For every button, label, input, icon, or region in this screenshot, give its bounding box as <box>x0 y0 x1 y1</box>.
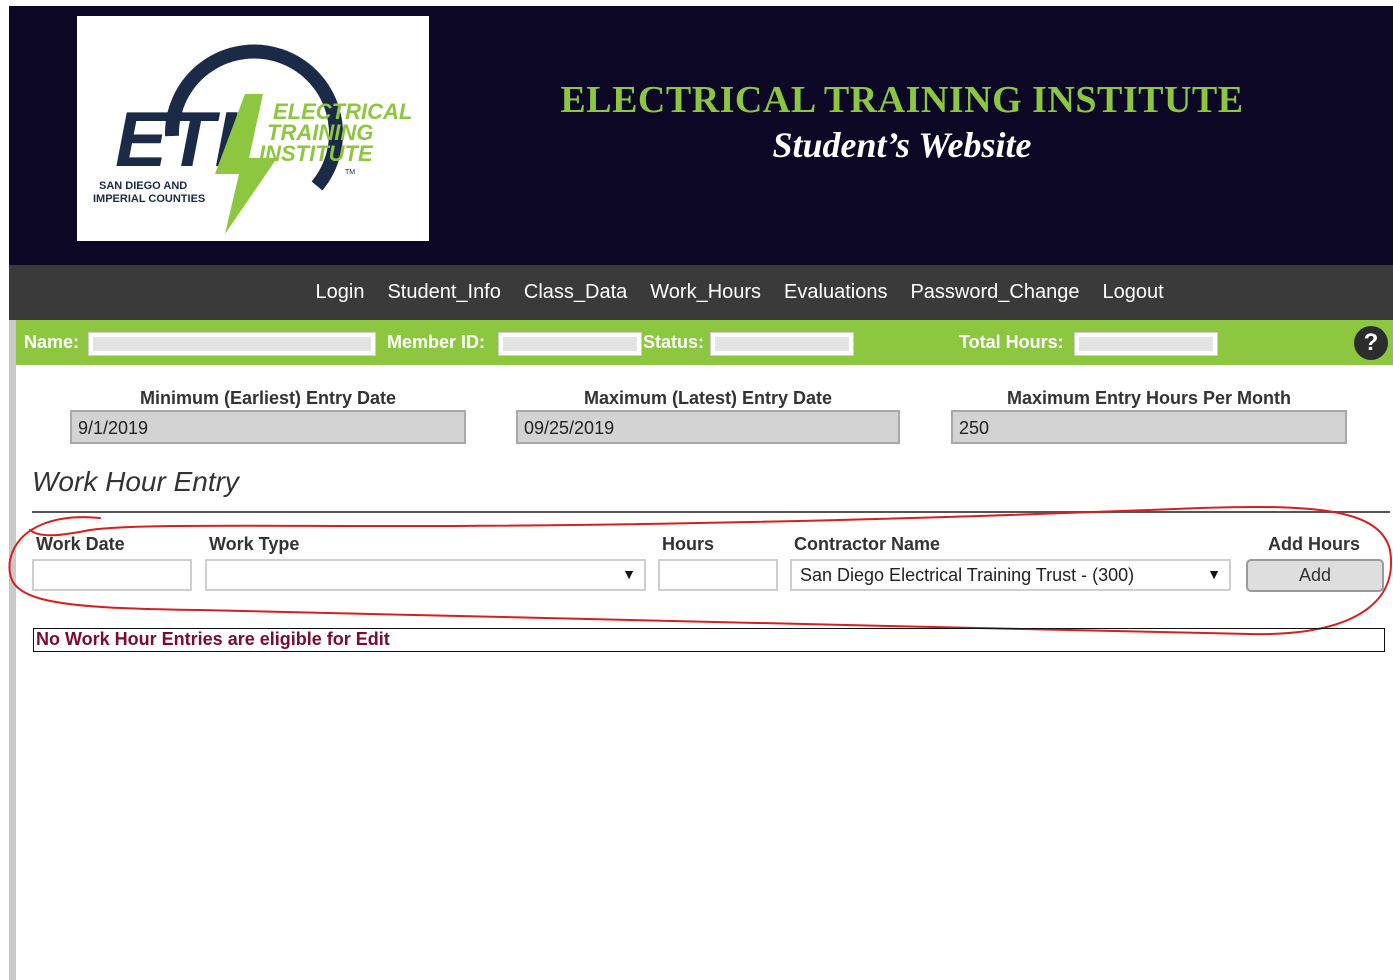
main-nav: Login Student_Info Class_Data Work_Hours… <box>9 265 1393 320</box>
site-subtitle: Student’s Website <box>772 125 1032 165</box>
nav-student-info[interactable]: Student_Info <box>376 281 512 304</box>
max-hours-label: Maximum Entry Hours Per Month <box>1006 388 1292 408</box>
status-label: Status: <box>643 332 705 352</box>
logo-region-1: SAN DIEGO AND <box>99 180 187 192</box>
no-entries-message: No Work Hour Entries are eligible for Ed… <box>33 628 1385 652</box>
member-id-label: Member ID: <box>387 332 486 352</box>
nav-evaluations[interactable]: Evaluations <box>773 281 899 304</box>
site-title: ELECTRICAL TRAINING INSTITUTE <box>560 79 1244 121</box>
logo-line-3: INSTITUTE <box>259 141 374 166</box>
name-value-redacted <box>88 332 376 356</box>
eti-logo[interactable]: ETI ELECTRICAL TRAINING INSTITUTE TM SAN… <box>77 16 429 241</box>
nav-class-data[interactable]: Class_Data <box>512 281 638 304</box>
total-hours-value-redacted <box>1074 332 1218 356</box>
max-date-label: Maximum (Latest) Entry Date <box>583 388 833 408</box>
nav-logout[interactable]: Logout <box>1091 281 1175 304</box>
student-info-bar: Name: Member ID: Status: Total Hours: <box>16 320 1393 365</box>
red-annotation-circle <box>8 505 1393 636</box>
member-id-value-redacted <box>498 332 642 356</box>
nav-list: Login Student_Info Class_Data Work_Hours… <box>304 265 1175 320</box>
eti-logo-graphic: ETI ELECTRICAL TRAINING INSTITUTE TM SAN… <box>93 44 412 234</box>
max-date-field: 09/25/2019 <box>516 410 900 444</box>
left-border <box>9 320 16 980</box>
logo-region-2: IMPERIAL COUNTIES <box>93 193 205 205</box>
status-value-redacted <box>710 332 854 356</box>
nav-work-hours[interactable]: Work_Hours <box>639 281 773 304</box>
max-hours-field: 250 <box>951 410 1347 444</box>
nav-password-change[interactable]: Password_Change <box>899 281 1091 304</box>
total-hours-label: Total Hours: <box>959 332 1064 352</box>
min-date-field: 9/1/2019 <box>70 410 466 444</box>
nav-login[interactable]: Login <box>304 281 376 304</box>
min-date-label: Minimum (Earliest) Entry Date <box>139 388 397 408</box>
logo-trademark: TM <box>345 169 355 176</box>
help-icon[interactable]: ? <box>1354 326 1388 360</box>
name-label: Name: <box>24 332 80 352</box>
